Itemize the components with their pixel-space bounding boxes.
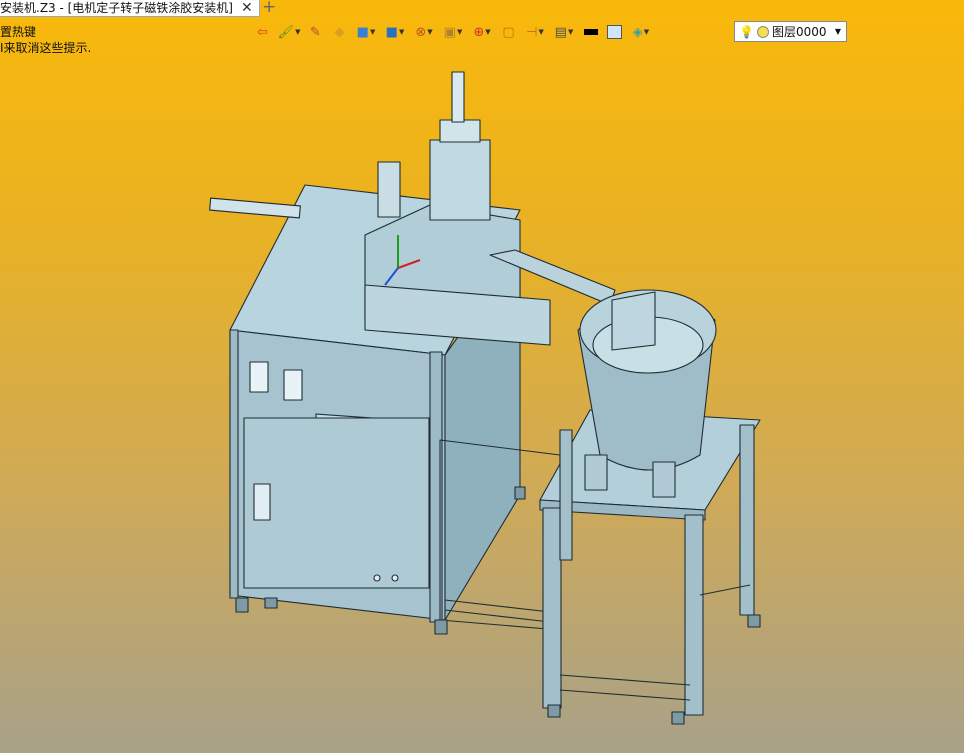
chevron-down-icon[interactable]: ▼ <box>427 28 432 36</box>
lightbulb-icon[interactable]: 💡 <box>739 25 754 39</box>
line-color-swatch-fill <box>583 29 598 35</box>
solid-box-icon[interactable]: ◆ <box>329 23 350 42</box>
cube-icon[interactable]: ■ ▼ <box>353 23 379 42</box>
chevron-down-icon[interactable]: ▼ <box>835 27 841 36</box>
chevron-down-icon[interactable]: ▼ <box>370 28 375 36</box>
layer-manager-icon[interactable]: ◈ ▼ <box>628 23 654 42</box>
close-icon[interactable]: ✕ <box>241 0 253 16</box>
hint-line-1: 置热键 <box>0 25 37 39</box>
chevron-down-icon[interactable]: ▼ <box>457 28 462 36</box>
side-cylinder <box>209 197 301 219</box>
display-icon[interactable]: ▤ ▼ <box>551 23 577 42</box>
document-tab[interactable]: 安装机.Z3 - [电机定子转子磁铁涂胶安装机] ✕ <box>0 0 260 17</box>
pen-icon[interactable]: ✎ <box>305 23 326 42</box>
chevron-down-icon[interactable]: ▼ <box>295 28 300 36</box>
door-handle <box>253 483 271 521</box>
page-icon[interactable]: ▢ <box>498 23 519 42</box>
power-switch <box>249 361 269 393</box>
add-tab-icon[interactable]: + <box>262 0 276 17</box>
target-icon[interactable]: ⊕ ▼ <box>469 23 495 42</box>
wheel-icon[interactable]: ⊗ ▼ <box>411 23 437 42</box>
hint-line-2: I来取消这些提示. <box>0 41 92 55</box>
chevron-down-icon[interactable]: ▼ <box>399 28 404 36</box>
fill-color-swatch[interactable] <box>604 23 625 42</box>
line-color-swatch[interactable] <box>580 23 601 42</box>
chevron-down-icon[interactable]: ▼ <box>538 28 543 36</box>
cylinder-column <box>429 139 491 221</box>
chevron-down-icon[interactable]: ▼ <box>568 28 573 36</box>
machine-model[interactable] <box>0 0 964 753</box>
document-tab-bar: 安装机.Z3 - [电机定子转子磁铁涂胶安装机] ✕ + <box>0 0 964 17</box>
chevron-down-icon[interactable]: ▼ <box>485 28 490 36</box>
exit-icon[interactable]: ⇦ <box>252 23 273 42</box>
document-tab-title: 安装机.Z3 - [电机定子转子磁铁涂胶安装机] <box>0 0 233 15</box>
cylinder-top <box>439 119 481 143</box>
layer-dropdown[interactable]: 💡 图层0000 ▼ <box>734 21 847 42</box>
paint-icon[interactable]: 🖌 ▼ <box>276 23 302 42</box>
door-panel <box>243 417 430 589</box>
fill-color-swatch-fill <box>607 25 622 39</box>
multi-cube-icon[interactable]: ■ ▼ <box>382 23 408 42</box>
frame-icon[interactable]: ▣ ▼ <box>440 23 466 42</box>
3d-viewport[interactable]: 安装机.Z3 - [电机定子转子磁铁涂胶安装机] ✕ + 置热键 I来取消这些提… <box>0 0 964 753</box>
chevron-down-icon[interactable]: ▼ <box>644 28 649 36</box>
layer-label: 图层0000 <box>771 25 827 39</box>
view-toolbar: ⇦ 🖌 ▼ ✎ ◆ ■ ▼ ■ ▼ ⊗ ▼ ▣ ▼ ⊕ ▼ ▢ ⊣ ▼ ▤ ▼ ◈ ▼ <box>252 22 654 42</box>
button-box <box>283 369 303 401</box>
dimension-icon[interactable]: ⊣ ▼ <box>522 23 548 42</box>
piston-rod <box>451 71 465 123</box>
layer-color-dot <box>756 25 769 38</box>
